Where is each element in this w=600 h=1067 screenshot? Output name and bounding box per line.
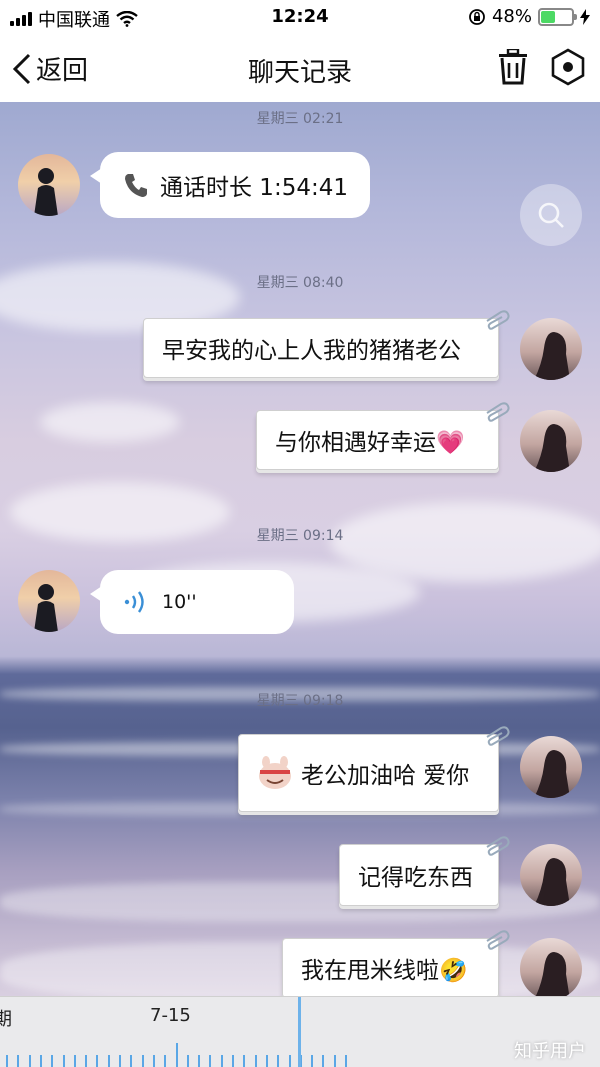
message-bubble[interactable]: 早安我的心上人我的猪猪老公 bbox=[143, 310, 510, 378]
timeline-tick bbox=[73, 1055, 76, 1067]
timeline-tick bbox=[17, 1055, 20, 1067]
silhouette-icon bbox=[534, 750, 570, 798]
watermark: 知乎用户 bbox=[514, 1041, 586, 1062]
timeline-tick bbox=[96, 1055, 99, 1067]
timeline-tick bbox=[243, 1055, 246, 1067]
floating-search-button[interactable] bbox=[520, 184, 582, 246]
timeline-tick bbox=[345, 1055, 347, 1067]
timeline-tick bbox=[130, 1055, 133, 1067]
timeline-tick bbox=[62, 1055, 65, 1067]
timeline-cursor[interactable] bbox=[298, 997, 301, 1067]
timestamp: 星期三 09:14 bbox=[256, 528, 344, 544]
timeline-tick bbox=[85, 1055, 88, 1067]
timeline-tick bbox=[254, 1055, 257, 1067]
timeline-tick bbox=[39, 1055, 42, 1067]
my-avatar[interactable] bbox=[520, 938, 582, 996]
silhouette-icon bbox=[535, 952, 570, 996]
silhouette-icon bbox=[34, 584, 58, 632]
paperclip-icon bbox=[486, 310, 510, 330]
timestamp: 星期三 02:21 bbox=[256, 111, 344, 127]
silhouette-icon bbox=[534, 332, 570, 380]
contact-avatar[interactable] bbox=[18, 154, 80, 216]
paperclip-icon bbox=[486, 836, 510, 856]
message-text: 早安我的心上人我的猪猪老公 bbox=[162, 338, 461, 364]
timeline-tick bbox=[333, 1055, 336, 1067]
timeline-label: 期 bbox=[0, 1009, 12, 1030]
sticker-icon bbox=[259, 756, 291, 789]
rotation-lock-icon bbox=[469, 8, 485, 25]
timeline-tick bbox=[186, 1055, 189, 1067]
message-text: 老公加油哈 爱你 bbox=[301, 763, 470, 789]
timeline-tick bbox=[265, 1055, 268, 1067]
nav-bar: 返回 聊天记录 bbox=[0, 34, 600, 102]
phone-icon bbox=[125, 174, 147, 197]
message-bubble[interactable]: 与你相遇好幸运💗 bbox=[256, 402, 510, 470]
timeline-tick bbox=[152, 1055, 155, 1067]
status-right: 48% bbox=[468, 6, 590, 27]
date-timeline[interactable]: 期 7-15 知乎用户 bbox=[0, 996, 600, 1067]
timeline-tick bbox=[164, 1055, 167, 1067]
message-bubble[interactable]: 通话时长 1:54:41 bbox=[90, 152, 370, 218]
timeline-tick bbox=[277, 1055, 280, 1067]
voice-message[interactable]: 10'' bbox=[90, 570, 294, 634]
my-avatar[interactable] bbox=[520, 736, 582, 798]
paperclip-icon bbox=[486, 726, 510, 746]
trash-icon[interactable] bbox=[498, 49, 528, 85]
timeline-date: 7-15 bbox=[150, 1005, 191, 1026]
timeline-tick bbox=[119, 1055, 121, 1067]
message-bubble[interactable]: 我在甩米线啦🤣 bbox=[282, 930, 510, 996]
settings-hexagon-icon[interactable] bbox=[550, 48, 586, 86]
nav-actions bbox=[498, 48, 586, 86]
battery-icon bbox=[538, 7, 577, 26]
timeline-tick bbox=[107, 1055, 110, 1067]
search-icon bbox=[538, 202, 564, 228]
my-avatar[interactable] bbox=[520, 410, 582, 472]
timeline-tick bbox=[141, 1055, 144, 1067]
timeline-tick bbox=[175, 1043, 178, 1067]
call-duration: 通话时长 1:54:41 bbox=[160, 175, 348, 201]
timeline-tick bbox=[322, 1055, 325, 1067]
my-avatar[interactable] bbox=[520, 318, 582, 380]
my-avatar[interactable] bbox=[520, 844, 582, 906]
timeline-tick bbox=[220, 1055, 223, 1067]
silhouette-icon bbox=[534, 424, 570, 472]
timeline-tick bbox=[6, 1055, 8, 1067]
timeline-tick bbox=[232, 1055, 234, 1067]
timeline-tick bbox=[209, 1055, 212, 1067]
message-bubble[interactable]: 记得吃东西 bbox=[339, 836, 510, 906]
battery-percent: 48% bbox=[491, 6, 532, 27]
voice-wave-icon bbox=[124, 591, 144, 613]
timeline-tick bbox=[288, 1055, 291, 1067]
contact-avatar[interactable] bbox=[18, 570, 80, 632]
timeline-tick bbox=[198, 1055, 201, 1067]
paperclip-icon bbox=[486, 930, 510, 950]
timeline-tick bbox=[28, 1055, 31, 1067]
silhouette-icon bbox=[534, 858, 570, 906]
timestamp: 星期三 08:40 bbox=[256, 275, 344, 291]
voice-duration: 10'' bbox=[162, 591, 197, 613]
silhouette-icon bbox=[34, 168, 58, 216]
message-bubble[interactable]: 老公加油哈 爱你 bbox=[238, 726, 510, 812]
charging-icon bbox=[580, 8, 590, 25]
message-text: 与你相遇好幸运💗 bbox=[275, 430, 465, 456]
chat-area[interactable]: 星期三 02:21 通话时长 1:54:41 星期三 08:40 早安我的心上人… bbox=[0, 102, 600, 996]
message-text: 记得吃东西 bbox=[358, 865, 473, 891]
status-bar: 中国联通 12:24 48% bbox=[0, 0, 600, 34]
timeline-tick bbox=[311, 1055, 314, 1067]
paperclip-icon bbox=[486, 402, 510, 422]
timeline-tick bbox=[51, 1055, 54, 1067]
timestamp: 星期三 09:18 bbox=[256, 693, 344, 709]
message-text: 我在甩米线啦🤣 bbox=[301, 958, 468, 984]
